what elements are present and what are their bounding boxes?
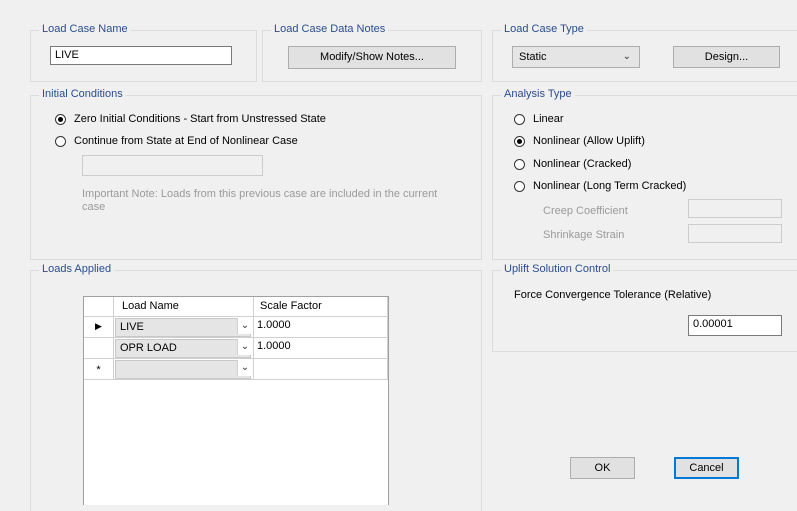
- initial-conditions-note: Important Note: Loads from this previous…: [82, 188, 438, 213]
- continue-case-input[interactable]: [82, 155, 263, 176]
- notes-title: Load Case Data Notes: [271, 23, 389, 35]
- chevron-down-icon[interactable]: ⌄: [237, 339, 252, 355]
- new-row-marker: *: [84, 359, 114, 380]
- force-tolerance-label: Force Convergence Tolerance (Relative): [514, 289, 712, 301]
- modify-show-notes-button[interactable]: Modify/Show Notes...: [288, 46, 456, 69]
- load-case-type-select[interactable]: Static ⌄: [512, 46, 640, 68]
- load-case-name-input[interactable]: LIVE: [50, 46, 232, 65]
- row-marker: ▶: [84, 317, 114, 338]
- table-row-load-name[interactable]: ⌄: [114, 359, 254, 380]
- load-name-combo[interactable]: [115, 360, 251, 379]
- ok-button[interactable]: OK: [570, 457, 635, 479]
- radio-checked-icon: [55, 114, 66, 125]
- table-row-scale-factor[interactable]: 1.0000: [254, 338, 388, 359]
- load-name-combo[interactable]: LIVE: [115, 318, 251, 337]
- initial-conditions-title: Initial Conditions: [39, 88, 126, 100]
- radio-unchecked-icon: [514, 114, 525, 125]
- grid-corner-header: [84, 297, 114, 317]
- analysis-long-term-cracked-label: Nonlinear (Long Term Cracked): [533, 180, 687, 192]
- table-row-scale-factor[interactable]: 1.0000: [254, 317, 388, 338]
- radio-unchecked-icon: [514, 181, 525, 192]
- uplift-control-group: Uplift Solution Control: [492, 263, 797, 352]
- analysis-type-title: Analysis Type: [501, 88, 575, 100]
- table-row-load-name[interactable]: LIVE ⌄: [114, 317, 254, 338]
- zero-initial-conditions-label: Zero Initial Conditions - Start from Uns…: [74, 113, 326, 125]
- chevron-down-icon[interactable]: ⌄: [237, 318, 252, 334]
- radio-unchecked-icon: [514, 159, 525, 170]
- shrinkage-strain-label: Shrinkage Strain: [543, 229, 625, 241]
- loads-applied-grid: Load Name Scale Factor ▶ LIVE ⌄ 1.0000 O…: [83, 296, 389, 505]
- analysis-nonlinear-cracked-label: Nonlinear (Cracked): [533, 158, 632, 170]
- chevron-down-icon: ⌄: [622, 51, 631, 62]
- loads-applied-title: Loads Applied: [39, 263, 115, 275]
- chevron-down-icon[interactable]: ⌄: [237, 360, 252, 376]
- uplift-control-title: Uplift Solution Control: [501, 263, 614, 275]
- cancel-button[interactable]: Cancel: [674, 457, 739, 479]
- creep-coefficient-input[interactable]: [688, 199, 782, 218]
- load-name-header: Load Name: [114, 297, 254, 317]
- analysis-linear-label: Linear: [533, 113, 564, 125]
- load-case-type-title: Load Case Type: [501, 23, 587, 35]
- load-name-combo[interactable]: OPR LOAD: [115, 339, 251, 358]
- radio-unchecked-icon: [55, 136, 66, 147]
- creep-coefficient-label: Creep Coefficient: [543, 205, 628, 217]
- load-case-name-title: Load Case Name: [39, 23, 131, 35]
- row-marker: [84, 338, 114, 359]
- shrinkage-strain-input[interactable]: [688, 224, 782, 243]
- table-row-scale-factor[interactable]: [254, 359, 388, 380]
- table-row-load-name[interactable]: OPR LOAD ⌄: [114, 338, 254, 359]
- radio-checked-icon: [514, 136, 525, 147]
- scale-factor-header: Scale Factor: [254, 297, 388, 317]
- continue-from-state-label: Continue from State at End of Nonlinear …: [74, 135, 298, 147]
- load-case-type-selected: Static: [519, 51, 547, 63]
- force-tolerance-input[interactable]: 0.00001: [688, 315, 782, 336]
- analysis-nonlinear-uplift-label: Nonlinear (Allow Uplift): [533, 135, 645, 147]
- design-button[interactable]: Design...: [673, 46, 780, 68]
